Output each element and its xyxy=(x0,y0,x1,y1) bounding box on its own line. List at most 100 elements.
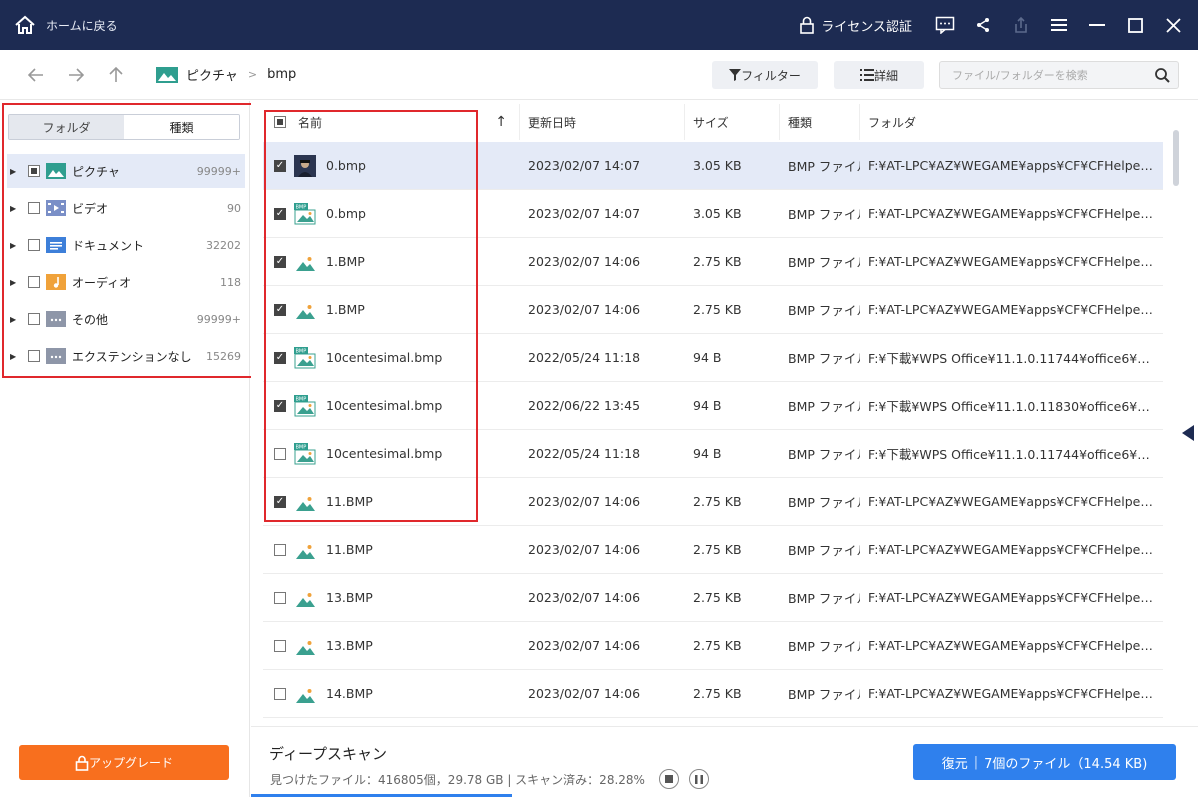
home-button[interactable]: ホームに戻る xyxy=(14,15,118,35)
file-name: 0.bmp xyxy=(326,206,366,221)
photo-thumbnail-icon xyxy=(294,154,316,177)
collapse-panel-arrow-icon[interactable] xyxy=(1182,425,1194,441)
sidebar-item-audio[interactable]: ▶ オーディオ 118 xyxy=(7,265,245,299)
upgrade-button[interactable]: アップグレード xyxy=(19,745,229,780)
expand-arrow-icon[interactable]: ▶ xyxy=(10,278,20,287)
table-row[interactable]: BMP 0.bmp 2023/02/07 14:07 3.05 KB BMP ファイル F… xyxy=(263,190,1163,238)
column-header-type[interactable]: 種類 xyxy=(780,104,860,140)
sidebar-item-other[interactable]: ▶ その他 99999+ xyxy=(7,302,245,336)
cell-type: BMP ファイル xyxy=(788,543,860,558)
search-input[interactable] xyxy=(940,62,1140,88)
row-checkbox[interactable] xyxy=(274,447,286,460)
minimize-button[interactable] xyxy=(1078,0,1116,50)
table-row[interactable]: 1.BMP 2023/02/07 14:06 2.75 KB BMP ファイル F:¥A… xyxy=(263,238,1163,286)
scrollbar[interactable] xyxy=(1173,130,1179,186)
bmp-file-icon: BMP xyxy=(294,202,316,225)
table-row[interactable]: 13.BMP 2023/02/07 14:06 2.75 KB BMP ファイル F:¥… xyxy=(263,574,1163,622)
breadcrumb-item-bmp[interactable]: bmp xyxy=(267,67,296,82)
column-header-name[interactable]: 名前 ↑ xyxy=(263,104,520,140)
cell-name: 11.BMP xyxy=(263,526,520,574)
row-checkbox[interactable] xyxy=(274,303,286,316)
table-row[interactable]: 11.BMP 2023/02/07 14:06 2.75 KB BMP ファイル F:¥… xyxy=(263,526,1163,574)
expand-arrow-icon[interactable]: ▶ xyxy=(10,315,20,324)
row-checkbox[interactable] xyxy=(274,639,286,652)
column-header-folder[interactable]: フォルダ xyxy=(860,104,1163,140)
license-label: ライセンス認証 xyxy=(821,19,912,35)
other-folder-icon xyxy=(46,311,66,327)
row-checkbox[interactable] xyxy=(274,543,286,556)
detail-view-button[interactable]: 詳細 xyxy=(834,61,924,89)
sidebar-item-documents[interactable]: ▶ ドキュメント 32202 xyxy=(7,228,245,262)
sidebar-item-no-extension[interactable]: ▶ エクステンションなし 15269 xyxy=(7,339,245,373)
category-checkbox[interactable] xyxy=(28,165,40,177)
feedback-button[interactable] xyxy=(926,0,964,50)
recover-button[interactable]: 復元 | 7個のファイル（14.54 KB) xyxy=(913,744,1176,780)
table-row[interactable]: 1.BMP 2023/02/07 14:06 2.75 KB BMP ファイル F:¥A… xyxy=(263,286,1163,334)
sidebar-item-pictures[interactable]: ▶ ピクチャ 99999+ xyxy=(7,154,245,188)
back-button[interactable] xyxy=(16,60,56,90)
category-checkbox[interactable] xyxy=(28,350,40,362)
cell-folder: F:¥AT-LPC¥AZ¥WEGAME¥apps¥CF¥CFHelpe… xyxy=(868,638,1153,653)
table-row[interactable]: BMP 10centesimal.bmp 2022/06/22 13:45 94 B B… xyxy=(263,382,1163,430)
expand-arrow-icon[interactable]: ▶ xyxy=(10,352,20,361)
close-button[interactable] xyxy=(1154,0,1192,50)
row-checkbox[interactable] xyxy=(274,495,286,508)
select-all-checkbox[interactable] xyxy=(274,116,286,128)
view-toggle: フォルダ 種類 xyxy=(8,114,240,140)
cell-name: 11.BMP xyxy=(263,478,520,526)
up-button[interactable] xyxy=(96,60,136,90)
table-row[interactable]: BMP 10centesimal.bmp 2022/05/24 11:18 94 B B… xyxy=(263,430,1163,478)
column-header-size[interactable]: サイズ xyxy=(685,104,780,140)
table-row[interactable]: BMP 10centesimal.bmp 2022/05/24 11:18 94 B B… xyxy=(263,334,1163,382)
table-row[interactable]: 14.BMP 2023/02/07 14:06 2.75 KB BMP ファイル F:¥… xyxy=(263,670,1163,718)
table-row[interactable]: 11.BMP 2023/02/07 14:06 2.75 KB BMP ファイル F:¥… xyxy=(263,478,1163,526)
cell-size: 2.75 KB xyxy=(693,254,742,269)
tab-folder[interactable]: フォルダ xyxy=(9,115,124,139)
category-checkbox[interactable] xyxy=(28,239,40,251)
arrow-right-icon xyxy=(69,67,84,82)
category-checkbox[interactable] xyxy=(28,202,40,214)
table-row[interactable]: 13.BMP 2023/02/07 14:06 2.75 KB BMP ファイル F:¥… xyxy=(263,622,1163,670)
recover-detail: 7個のファイル（14.54 KB) xyxy=(984,756,1148,772)
share-button[interactable] xyxy=(964,0,1002,50)
cell-date: 2022/06/22 13:45 xyxy=(528,398,641,413)
row-checkbox[interactable] xyxy=(274,159,286,172)
table-row[interactable]: 0.bmp 2023/02/07 14:07 3.05 KB BMP ファイル F:¥A… xyxy=(263,142,1163,190)
tab-type[interactable]: 種類 xyxy=(124,115,239,139)
forward-button[interactable] xyxy=(56,60,96,90)
cell-date: 2023/02/07 14:06 xyxy=(528,494,641,509)
sort-arrow-icon[interactable]: ↑ xyxy=(495,114,507,130)
category-label: ビデオ xyxy=(72,201,109,216)
row-checkbox[interactable] xyxy=(274,351,286,364)
file-name: 10centesimal.bmp xyxy=(326,446,443,461)
filter-button[interactable]: フィルター xyxy=(712,61,818,89)
export-icon xyxy=(1015,16,1027,33)
breadcrumb-item-pictures[interactable]: ピクチャ xyxy=(186,65,238,84)
category-checkbox[interactable] xyxy=(28,276,40,288)
cell-size: 94 B xyxy=(693,350,722,365)
export-button[interactable] xyxy=(1002,0,1040,50)
funnel-icon xyxy=(729,69,742,81)
scan-title: ディープスキャン xyxy=(269,745,388,763)
category-checkbox[interactable] xyxy=(28,313,40,325)
expand-arrow-icon[interactable]: ▶ xyxy=(10,241,20,250)
cell-name: 1.BMP xyxy=(263,286,520,334)
expand-arrow-icon[interactable]: ▶ xyxy=(10,167,20,176)
maximize-button[interactable] xyxy=(1116,0,1154,50)
message-icon xyxy=(935,16,955,34)
row-checkbox[interactable] xyxy=(274,591,286,604)
expand-arrow-icon[interactable]: ▶ xyxy=(10,204,20,213)
stop-scan-button[interactable] xyxy=(658,769,679,789)
row-checkbox[interactable] xyxy=(274,399,286,412)
cell-name: BMP 0.bmp xyxy=(263,190,520,238)
menu-button[interactable] xyxy=(1040,0,1078,50)
license-button[interactable]: ライセンス認証 xyxy=(799,16,912,35)
search-icon[interactable] xyxy=(1155,68,1170,83)
column-header-date[interactable]: 更新日時 xyxy=(520,104,685,140)
row-checkbox[interactable] xyxy=(274,687,286,700)
sidebar-item-videos[interactable]: ▶ ビデオ 90 xyxy=(7,191,245,225)
pause-scan-button[interactable] xyxy=(688,769,709,789)
row-checkbox[interactable] xyxy=(274,255,286,268)
scan-info-text: 見つけたファイル：416805個，29.78 GB | スキャン済み：28.28… xyxy=(270,772,645,787)
row-checkbox[interactable] xyxy=(274,207,286,220)
